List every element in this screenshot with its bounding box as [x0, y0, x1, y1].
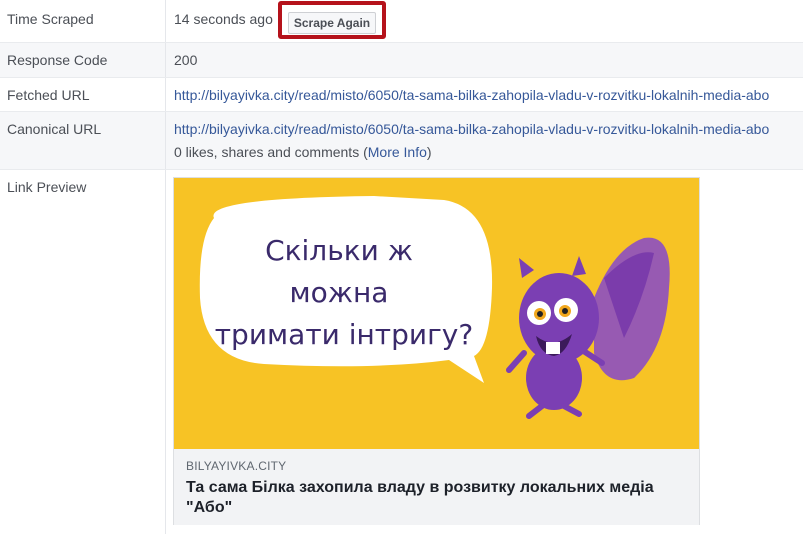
fetched-url-link[interactable]: http://bilyayivka.city/read/misto/6050/t… — [174, 87, 769, 103]
canonical-url-link[interactable]: http://bilyayivka.city/read/misto/6050/t… — [174, 121, 769, 137]
link-preview-card[interactable]: Скільки ж можна тримати інтригу? BILYAYI… — [173, 177, 700, 525]
preview-image[interactable]: Скільки ж можна тримати інтригу? — [174, 178, 699, 449]
row-time-scraped: Time Scraped 14 seconds ago Scrape Again — [0, 0, 803, 43]
bubble-line-3: тримати інтригу? — [215, 318, 473, 351]
bubble-line-2: можна — [290, 276, 389, 309]
preview-meta[interactable]: BILYAYIVKA.CITY Та сама Білка захопила в… — [174, 449, 699, 525]
link-preview-label: Link Preview — [0, 170, 166, 534]
speech-bubble: Скільки ж можна тримати інтригу? — [199, 196, 493, 383]
engagement-stats: 0 likes, shares and comments (More Info) — [174, 144, 432, 160]
canonical-url-label: Canonical URL — [0, 112, 166, 169]
row-response-code: Response Code 200 — [0, 43, 803, 78]
fetched-url-label: Fetched URL — [0, 78, 166, 111]
time-scraped-label: Time Scraped — [0, 0, 166, 42]
preview-domain: BILYAYIVKA.CITY — [186, 459, 287, 473]
scrape-again-button[interactable]: Scrape Again — [288, 12, 376, 34]
more-info-link[interactable]: More Info — [368, 144, 427, 160]
response-code-label: Response Code — [0, 43, 166, 77]
time-scraped-value: 14 seconds ago — [174, 11, 273, 27]
scrape-results-table: Time Scraped 14 seconds ago Scrape Again… — [0, 0, 803, 534]
preview-title[interactable]: Та сама Білка захопила владу в розвитку … — [186, 478, 687, 518]
row-fetched-url: Fetched URL http://bilyayivka.city/read/… — [0, 78, 803, 112]
row-canonical-url: Canonical URL http://bilyayivka.city/rea… — [0, 112, 803, 170]
response-code-value: 200 — [174, 52, 198, 68]
preview-illustration: Скільки ж можна тримати інтригу? — [174, 178, 699, 449]
bubble-line-1: Скільки ж — [265, 234, 413, 267]
scrape-again-highlight: Scrape Again — [278, 1, 386, 39]
